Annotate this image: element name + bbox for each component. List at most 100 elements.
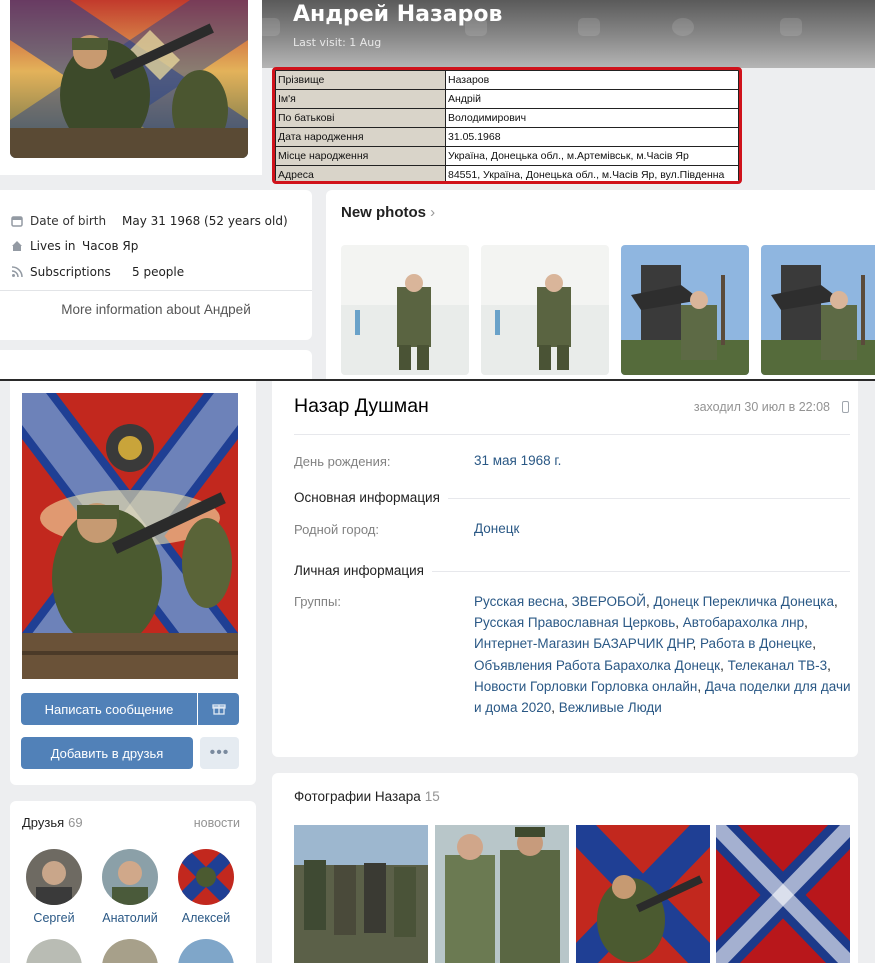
friends-count: 69	[68, 815, 83, 830]
gift-icon	[211, 701, 226, 718]
friend-name: Алексей	[181, 911, 231, 925]
new-photos-title[interactable]: New photos ›	[341, 204, 435, 221]
rss-icon	[10, 265, 24, 279]
cover-decoration	[780, 18, 802, 36]
photo-thumbnail[interactable]	[294, 825, 428, 963]
registry-value: Назаров	[445, 70, 739, 90]
registry-key: Ім'я	[275, 89, 446, 109]
photos-card: Фотографии Назара 15	[272, 773, 858, 963]
photo-thumbnail[interactable]	[481, 245, 609, 375]
photo-thumbnail[interactable]	[621, 245, 749, 375]
section-personal-info: Личная информация	[294, 563, 432, 578]
registry-value: 31.05.1968	[445, 127, 739, 147]
info-card-secondary	[0, 350, 312, 380]
group-link[interactable]: Русская весна	[474, 594, 564, 609]
registry-key: Дата народження	[275, 127, 446, 147]
info-label: Subscriptions	[30, 265, 111, 279]
registry-row: По батькові Володимирович	[275, 108, 739, 128]
registry-value: Володимирович	[445, 108, 739, 128]
info-label: Date of birth	[30, 214, 107, 228]
birthday-label: День рождения:	[294, 454, 391, 469]
group-link[interactable]: Работа в Донецке	[700, 636, 812, 651]
more-actions-button[interactable]: •••	[200, 737, 239, 769]
highlighted-registry-table: Прізвище Назаров Ім'я Андрій По батькові Во…	[272, 67, 742, 184]
bottom-profile-screenshot: Написать сообщение Добавить в друзья •••…	[0, 381, 875, 963]
friend-item[interactable]	[95, 939, 165, 963]
friends-title[interactable]: Друзья 69	[22, 815, 83, 830]
photo-thumbnail[interactable]	[576, 825, 710, 963]
birthday-value[interactable]: 31 мая 1968 г.	[474, 453, 561, 468]
cover-decoration	[578, 18, 600, 36]
registry-row: Місце народження Україна, Донецька обл., …	[275, 146, 739, 166]
photos-count: 15	[424, 789, 440, 804]
friend-item[interactable]	[19, 939, 89, 963]
photos-title[interactable]: Фотографии Назара 15	[294, 789, 440, 804]
groups-list: Русская весна, ЗВЕРОБОЙ, Донецк Переклич…	[474, 594, 851, 716]
photos-label: Фотографии Назара	[294, 789, 421, 804]
group-link[interactable]: Телеканал ТВ-3	[728, 658, 828, 673]
divider	[0, 290, 312, 291]
phone-icon	[842, 401, 849, 413]
friend-name: Анатолий	[102, 911, 158, 925]
avatar	[178, 849, 234, 905]
photo-thumbnail[interactable]	[761, 245, 875, 375]
group-link[interactable]: Вежливые Люди	[559, 700, 662, 715]
friends-news-link[interactable]: новости	[194, 816, 240, 830]
friend-item[interactable]	[171, 939, 241, 963]
registry-row: Дата народження 31.05.1968	[275, 127, 739, 147]
photo-thumbnail[interactable]	[716, 825, 850, 963]
info-value[interactable]: 5 people	[132, 265, 184, 279]
send-message-button[interactable]: Написать сообщение	[21, 693, 197, 725]
registry-key: Місце народження	[275, 146, 446, 166]
group-link[interactable]: ЗВЕРОБОЙ	[572, 594, 646, 609]
more-info-link[interactable]: More information about Андрей	[0, 302, 312, 317]
registry-value: Україна, Донецька обл., м.Артемівськ, м.…	[445, 146, 739, 166]
group-link[interactable]: Новости Горловки Горловка онлайн	[474, 679, 697, 694]
registry-row: Адреса 84551, Україна, Донецька обл., м.Ч…	[275, 165, 739, 181]
profile-info-card: Назар Душман заходил 30 июл в 22:08 День…	[272, 381, 858, 757]
friend-item[interactable]: Сергей	[19, 849, 89, 925]
composite-screenshot: Андрей Назаров Last visit: 1 Aug Прізвищ…	[0, 0, 875, 963]
add-friend-button[interactable]: Добавить в друзья	[21, 737, 193, 769]
profile-avatar[interactable]	[22, 393, 238, 679]
profile-info-card: Date of birth May 31 1968 (52 years old)…	[0, 190, 312, 340]
friend-name: Сергей	[33, 911, 75, 925]
group-link[interactable]: Интернет-Магазин БАЗАРЧИК ДНР	[474, 636, 692, 651]
cover-decoration	[672, 18, 694, 36]
registry-value: 84551, Україна, Донецька обл., м.Часів Я…	[445, 165, 739, 181]
send-gift-button[interactable]	[198, 693, 239, 725]
friend-item[interactable]: Анатолий	[95, 849, 165, 925]
info-value[interactable]: Часов Яр	[82, 239, 138, 253]
hometown-label: Родной город:	[294, 522, 379, 537]
registry-row: Ім'я Андрій	[275, 89, 739, 109]
chevron-right-icon: ›	[430, 204, 436, 221]
profile-name: Назар Душман	[294, 395, 429, 417]
info-row-subscriptions: Subscriptions 5 people	[10, 263, 184, 281]
registry-key: Адреса	[275, 165, 446, 181]
info-value: May 31 1968 (52 years old)	[122, 214, 288, 228]
friend-item[interactable]: Алексей	[171, 849, 241, 925]
group-link[interactable]: Объявления Работа Барахолка Донецк	[474, 658, 720, 673]
section-main-info: Основная информация	[294, 490, 448, 505]
calendar-icon	[10, 214, 24, 228]
info-row-city: Lives in Часов Яр	[10, 237, 138, 255]
profile-name: Андрей Назаров	[293, 2, 503, 27]
last-visit: Last visit: 1 Aug	[293, 36, 382, 49]
photo-thumbnail[interactable]	[435, 825, 569, 963]
info-row-dob: Date of birth May 31 1968 (52 years old)	[10, 212, 288, 230]
avatar	[26, 939, 82, 963]
group-link[interactable]: Русская Православная Церковь	[474, 615, 675, 630]
friends-card: Друзья 69 новости Сергей Анатолий Алексей	[10, 801, 256, 963]
top-profile-screenshot: Андрей Назаров Last visit: 1 Aug Прізвищ…	[0, 0, 875, 380]
registry-row: Прізвище Назаров	[275, 70, 739, 90]
last-visit: заходил 30 июл в 22:08	[693, 400, 830, 414]
home-icon	[10, 239, 24, 253]
hometown-value[interactable]: Донецк	[474, 521, 519, 536]
groups-label: Группы:	[294, 594, 341, 609]
group-link[interactable]: Автобарахолка лнр	[683, 615, 804, 630]
friends-label: Друзья	[22, 815, 65, 830]
photo-thumbnail[interactable]	[341, 245, 469, 375]
group-link[interactable]: Донецк Перекличка Донецка	[653, 594, 834, 609]
avatar	[102, 939, 158, 963]
profile-avatar[interactable]	[10, 0, 248, 158]
